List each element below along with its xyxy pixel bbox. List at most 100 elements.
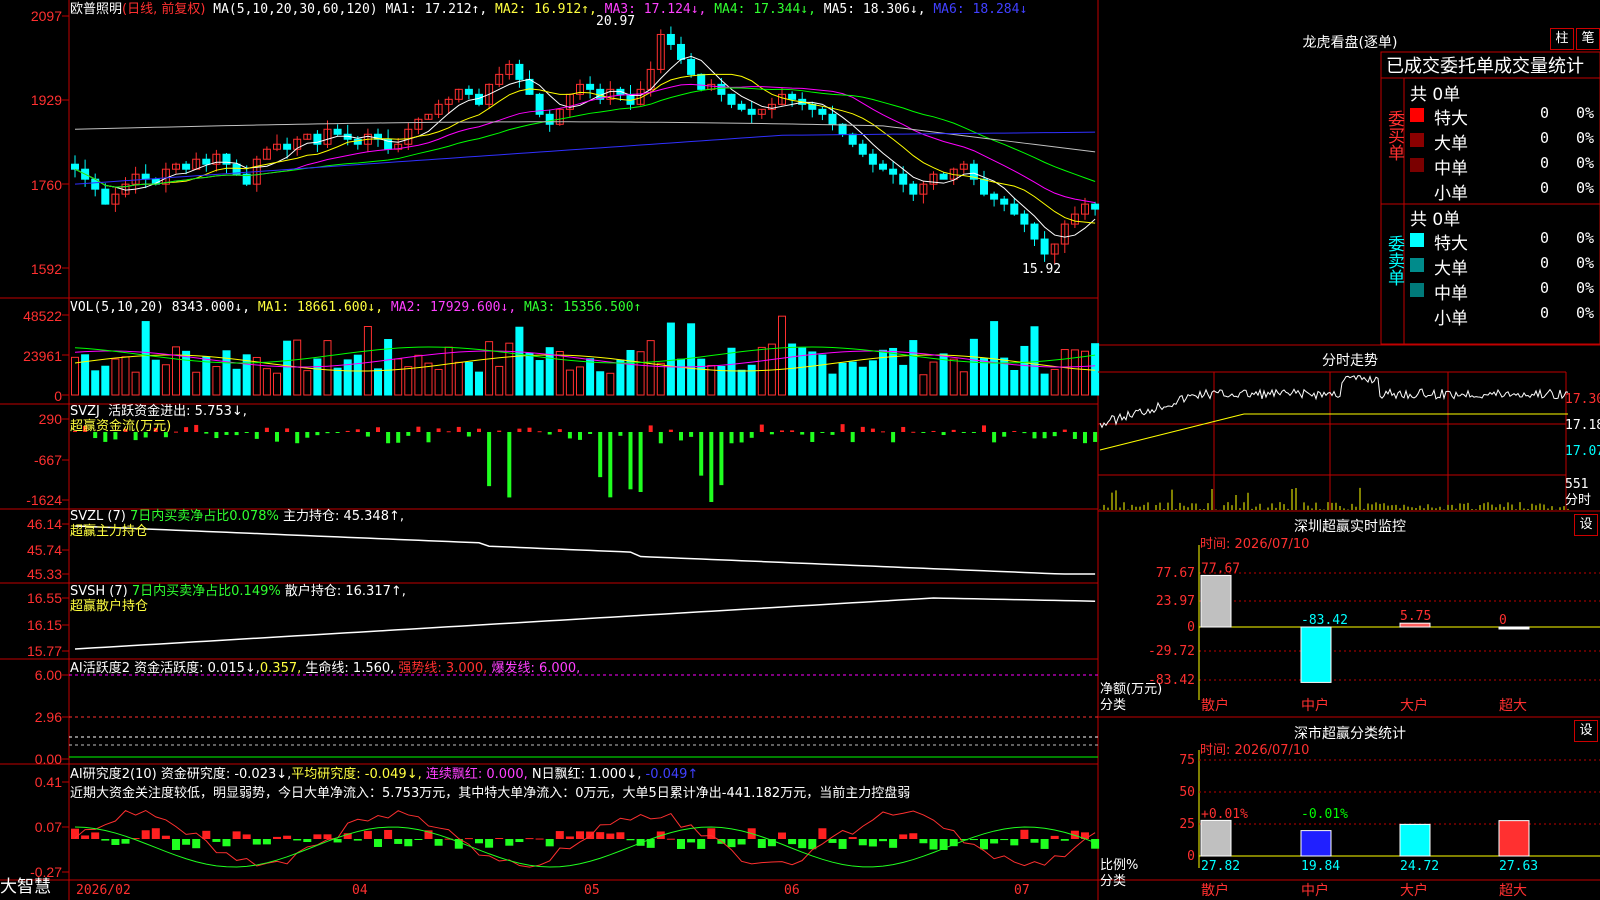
vol-value: 8343.000↓, <box>171 300 251 315</box>
brand-logo[interactable]: 大智慧 <box>0 879 51 896</box>
szcls-value: 19.84 <box>1301 859 1340 874</box>
ai2-b: 平均研究度: -0.049↓, <box>291 767 422 782</box>
volume-bar <box>262 368 271 396</box>
szmon-axis-label: 0 <box>1187 620 1195 635</box>
svzj-bar <box>941 432 946 436</box>
svsh-axis-2: 16.15 <box>26 617 62 633</box>
price-low-mark: 15.92 <box>1022 262 1062 277</box>
szmon-bar <box>1200 574 1232 628</box>
date-axis-2: 04 <box>352 883 368 898</box>
ai2-bar <box>848 837 857 839</box>
volume-bar <box>747 364 756 396</box>
svzj-bar <box>204 432 209 434</box>
ai2-bar <box>262 839 271 845</box>
ai2-bar <box>778 832 786 839</box>
buy-label: 委买单 <box>1384 110 1404 161</box>
ai1-e: 爆发线: 6.000, <box>491 661 581 676</box>
svzj-header: SVZJ 活跃资金进出: 5.753↓, <box>70 404 247 419</box>
svzj-bar <box>1083 432 1087 444</box>
szmon-bar-label: 0 <box>1499 613 1507 628</box>
volume-bar <box>283 340 292 396</box>
fenshi-price-line <box>1099 375 1569 429</box>
svzj-bar <box>345 430 350 432</box>
svsh-axis-1: 16.55 <box>26 590 62 606</box>
volume-bar <box>1040 373 1049 396</box>
szcls-settings-button[interactable]: 设 <box>1574 720 1598 742</box>
candle-body <box>464 88 473 95</box>
lhb-tick-button[interactable]: 笔 <box>1576 28 1600 50</box>
ai2-bar <box>899 834 908 839</box>
ai2-bar <box>505 839 514 846</box>
buy-swatch-2 <box>1410 158 1424 172</box>
ma5-value: MA5: 18.306↓, <box>823 2 926 17</box>
sell-row-percent: 0% <box>1576 254 1595 272</box>
szmon-axis-label: 23.97 <box>1156 594 1195 609</box>
ai2-bar <box>192 839 201 849</box>
szmon-category: 超大 <box>1499 698 1527 714</box>
szcls-axis-label: 25 <box>1179 817 1195 832</box>
candle-body <box>586 83 595 90</box>
svzj-bar <box>1093 432 1098 442</box>
volume-bar <box>414 354 423 396</box>
svzj-bar <box>870 428 875 432</box>
svzj-bar <box>224 432 229 435</box>
volume-bar <box>525 352 534 396</box>
svzj-bar <box>830 432 835 435</box>
svzl-line <box>74 525 1096 575</box>
buy-row-name: 特大 <box>1434 109 1468 129</box>
ma4-value: MA4: 17.344↓, <box>714 2 816 17</box>
ai2-bar <box>535 838 544 840</box>
lhb-head: 已成交委托单成交量统计 <box>1386 56 1584 77</box>
volume-bar <box>424 362 433 396</box>
svzj-bar <box>194 424 199 432</box>
volume-bar <box>353 354 362 396</box>
ai2-bar <box>283 835 292 839</box>
svzj-bar <box>931 430 936 432</box>
candle-body <box>1030 223 1039 240</box>
buy-row-percent: 0% <box>1576 179 1595 197</box>
ai2-line-red <box>74 809 1096 868</box>
candle-body <box>1091 203 1100 210</box>
svzj-bar <box>598 432 603 478</box>
szcls-ylabel: 比例% <box>1100 858 1139 873</box>
sell-swatch-1 <box>1410 258 1424 272</box>
svzj-bar <box>275 432 279 442</box>
szmon-settings-button[interactable]: 设 <box>1574 514 1598 536</box>
svzj-bar <box>961 432 966 433</box>
svzj-axis-2: -667 <box>33 452 62 468</box>
volume-bar <box>121 356 130 396</box>
svzj-bar <box>618 432 623 436</box>
candle-body <box>1040 238 1049 255</box>
ai2-bar <box>879 839 887 842</box>
svzj-bar <box>396 432 401 443</box>
sell-row-value: 0 <box>1540 279 1550 297</box>
ai2-header: AI研究度2(10) 资金研究度: -0.023↓,平均研究度: -0.049↓… <box>70 767 698 782</box>
ai2-axis-1: 0.41 <box>34 774 62 790</box>
ma-line-60 <box>74 121 1096 153</box>
chart-canvas[interactable]: 77.67-83.42 5.75 077.6723.970-29.72-83.42散… <box>0 0 1600 900</box>
candle-body <box>333 128 342 135</box>
sell-row-value: 0 <box>1540 254 1550 272</box>
lhb-bar-button[interactable]: 柱 <box>1550 28 1574 50</box>
volume-bar <box>626 349 635 396</box>
ai2-bar <box>293 839 302 841</box>
volume-bar <box>232 368 241 396</box>
price-axis-1: 2097 <box>30 8 62 24</box>
szcls-category: 超大 <box>1499 883 1527 899</box>
sell-row-value: 0 <box>1540 304 1550 322</box>
svzj-bar <box>982 425 986 432</box>
volume-bar <box>858 366 867 396</box>
buy-swatch-1 <box>1410 133 1424 147</box>
volume-bar <box>313 358 322 396</box>
sell-swatch-2 <box>1410 283 1424 297</box>
ai1-header: AI活跃度2 资金活跃度: 0.015↓,0.357, 生命线: 1.560, … <box>70 661 580 676</box>
svzj-bar <box>800 432 805 435</box>
fenshi-axis-2: 17.18 <box>1565 418 1600 433</box>
szcls-axis-label: 0 <box>1187 849 1195 864</box>
candle-body <box>283 143 292 150</box>
ai2-bar <box>323 834 332 839</box>
svzj-bar <box>547 432 552 435</box>
svzj-bar <box>376 427 380 432</box>
vol-ma2: MA2: 17929.600↓, <box>390 300 517 315</box>
volume-bar <box>576 366 584 396</box>
